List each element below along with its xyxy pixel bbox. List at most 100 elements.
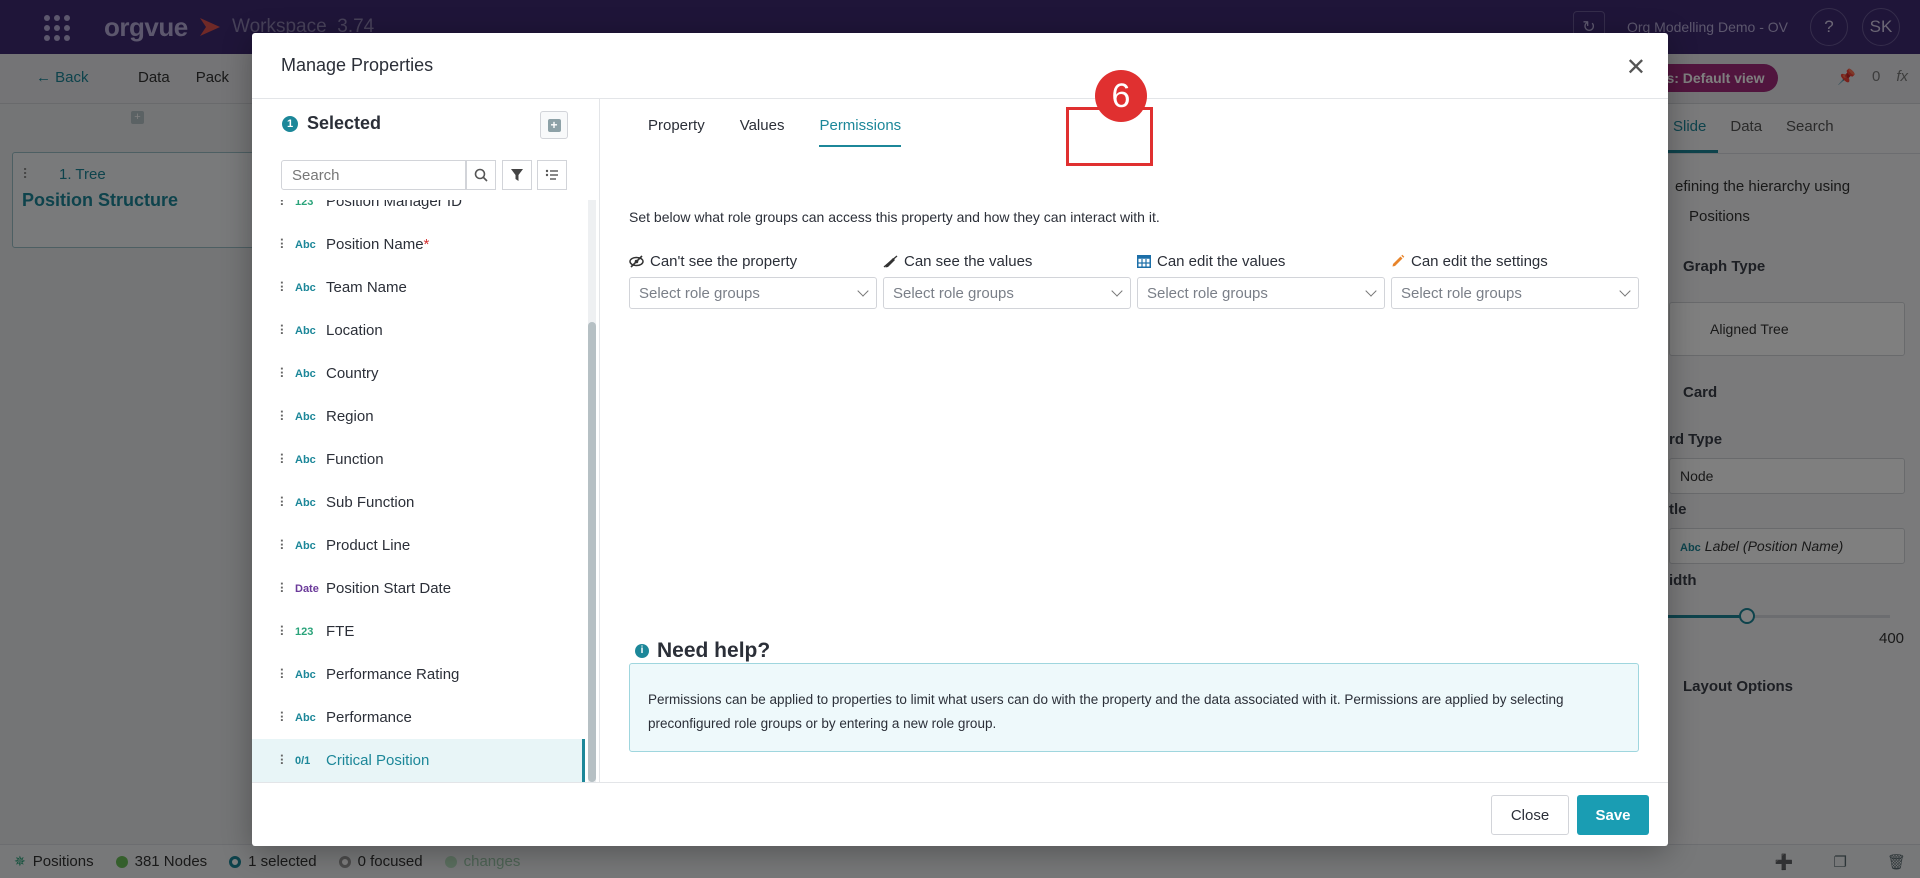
property-name-text: Position Name <box>326 236 424 253</box>
property-name: Position Manager ID <box>326 200 462 210</box>
property-list-item[interactable]: ⠇ Abc Location <box>252 309 585 352</box>
property-name: Performance <box>326 709 412 726</box>
role-groups-placeholder: Select role groups <box>1147 285 1268 302</box>
property-type-badge: Abc <box>295 367 316 380</box>
drag-handle-icon[interactable]: ⠇ <box>279 409 288 425</box>
add-property-button[interactable]: + <box>540 111 568 139</box>
selected-heading: Selected <box>307 113 382 133</box>
property-list-item[interactable]: ⠇ Abc Team Name <box>252 266 585 309</box>
properties-pane: 1 Selected + ⠇ 123 Position Manager ID ⠇ Abc… <box>252 99 600 782</box>
property-name: Team Name <box>326 279 407 296</box>
permission-cant-see: Can't see the property Select role group… <box>629 252 877 309</box>
tutorial-step-badge: 6 <box>1095 70 1147 122</box>
drag-handle-icon[interactable]: ⠇ <box>279 280 288 296</box>
drag-handle-icon[interactable]: ⠇ <box>279 366 288 382</box>
property-name-text: Performance <box>326 709 412 726</box>
property-name: Critical Position <box>326 752 429 769</box>
tab-permissions[interactable]: Permissions <box>819 99 901 159</box>
role-groups-select[interactable]: Select role groups <box>629 277 877 309</box>
property-name-text: FTE <box>326 623 355 640</box>
property-search-input[interactable] <box>281 160 466 190</box>
property-type-badge: 0/1 <box>295 754 311 767</box>
save-button[interactable]: Save <box>1577 795 1649 835</box>
chevron-down-icon <box>1111 285 1123 297</box>
property-list-item[interactable]: ⠇ Abc Performance Rating <box>252 653 585 696</box>
property-type-badge: Abc <box>295 496 316 509</box>
drag-handle-icon[interactable]: ⠇ <box>279 495 288 511</box>
drag-handle-icon[interactable]: ⠇ <box>279 710 288 726</box>
drag-handle-icon[interactable]: ⠇ <box>279 452 288 468</box>
property-name: Performance Rating <box>326 666 459 683</box>
property-list-item[interactable]: ⠇ 123 Position Manager ID <box>252 200 585 223</box>
role-groups-select[interactable]: Select role groups <box>1391 277 1639 309</box>
property-type-badge: Abc <box>295 324 316 337</box>
property-name: Region <box>326 408 374 425</box>
property-type-badge: Abc <box>295 539 316 552</box>
property-list-scrollbar[interactable] <box>588 200 596 782</box>
drag-handle-icon[interactable]: ⠇ <box>279 200 288 210</box>
property-name-text: Region <box>326 408 374 425</box>
property-name: Country <box>326 365 379 382</box>
property-list-item[interactable]: ⠇ Abc Product Line <box>252 524 585 567</box>
eye-slash-icon <box>629 254 644 268</box>
property-name: Product Line <box>326 537 410 554</box>
pencil-icon <box>1392 254 1405 267</box>
close-button[interactable]: Close <box>1491 795 1569 835</box>
permission-can-edit-values: Can edit the values Select role groups <box>1137 252 1385 309</box>
tab-values[interactable]: Values <box>740 99 785 159</box>
permission-label: Can edit the settings <box>1411 252 1548 270</box>
property-list-item[interactable]: ⠇ 0/1 Critical Position <box>252 739 585 782</box>
property-list-item[interactable]: ⠇ Abc Sub Function <box>252 481 585 524</box>
drag-handle-icon[interactable]: ⠇ <box>279 237 288 253</box>
permission-label: Can't see the property <box>650 252 798 270</box>
property-name-text: Position Manager ID <box>326 200 462 210</box>
property-type-badge: 123 <box>295 625 314 638</box>
pen-slash-icon <box>883 254 898 268</box>
property-name-text: Critical Position <box>326 752 430 769</box>
property-list: ⠇ 123 Position Manager ID ⠇ Abc Position Name… <box>252 200 585 782</box>
role-groups-select[interactable]: Select role groups <box>1137 277 1385 309</box>
drag-handle-icon[interactable]: ⠇ <box>279 323 288 339</box>
property-type-badge: Abc <box>295 453 316 466</box>
scrollbar-thumb[interactable] <box>588 322 596 782</box>
property-type-badge: Date <box>295 582 319 595</box>
property-type-badge: 123 <box>295 200 314 208</box>
close-icon[interactable]: ✕ <box>1626 53 1646 82</box>
drag-handle-icon[interactable]: ⠇ <box>279 624 288 640</box>
help-heading: i Need help? <box>635 639 770 663</box>
property-list-item[interactable]: ⠇ Abc Position Name* <box>252 223 585 266</box>
drag-handle-icon[interactable]: ⠇ <box>279 667 288 683</box>
property-name-text: Product Line <box>326 537 411 554</box>
permission-label: Can edit the values <box>1157 252 1286 270</box>
property-list-item[interactable]: ⠇ 123 FTE <box>252 610 585 653</box>
tab-property[interactable]: Property <box>648 99 705 159</box>
modal-footer: Close Save <box>252 782 1668 846</box>
role-groups-select[interactable]: Select role groups <box>883 277 1131 309</box>
property-name: Position Start Date <box>326 580 451 597</box>
property-list-item[interactable]: ⠇ Abc Function <box>252 438 585 481</box>
chevron-down-icon <box>857 285 869 297</box>
chevron-down-icon <box>1619 285 1631 297</box>
property-detail-pane: Property Values Permissions 6 Set below … <box>601 70 1668 782</box>
permission-can-edit-settings: Can edit the settings Select role groups <box>1391 252 1639 309</box>
required-marker: * <box>423 236 430 253</box>
property-list-item[interactable]: ⠇ Date Position Start Date <box>252 567 585 610</box>
sort-options-icon[interactable] <box>537 160 567 190</box>
filter-icon[interactable] <box>502 160 532 190</box>
property-name: Sub Function <box>326 494 414 511</box>
drag-handle-icon[interactable]: ⠇ <box>279 581 288 597</box>
property-list-item[interactable]: ⠇ Abc Country <box>252 352 585 395</box>
manage-properties-modal: Manage Properties ✕ 1 Selected + ⠇ 123 Pos… <box>252 33 1668 846</box>
property-name-text: Performance Rating <box>326 666 460 683</box>
info-icon: i <box>635 644 649 658</box>
property-name: Function <box>326 451 384 468</box>
property-name-text: Function <box>326 451 384 468</box>
plus-icon: + <box>547 118 561 132</box>
drag-handle-icon[interactable]: ⠇ <box>279 538 288 554</box>
search-icon[interactable] <box>466 160 496 190</box>
property-list-item[interactable]: ⠇ Abc Region <box>252 395 585 438</box>
property-name: Location <box>326 322 383 339</box>
drag-handle-icon[interactable]: ⠇ <box>279 753 288 769</box>
property-list-item[interactable]: ⠇ Abc Performance <box>252 696 585 739</box>
property-name: FTE <box>326 623 354 640</box>
